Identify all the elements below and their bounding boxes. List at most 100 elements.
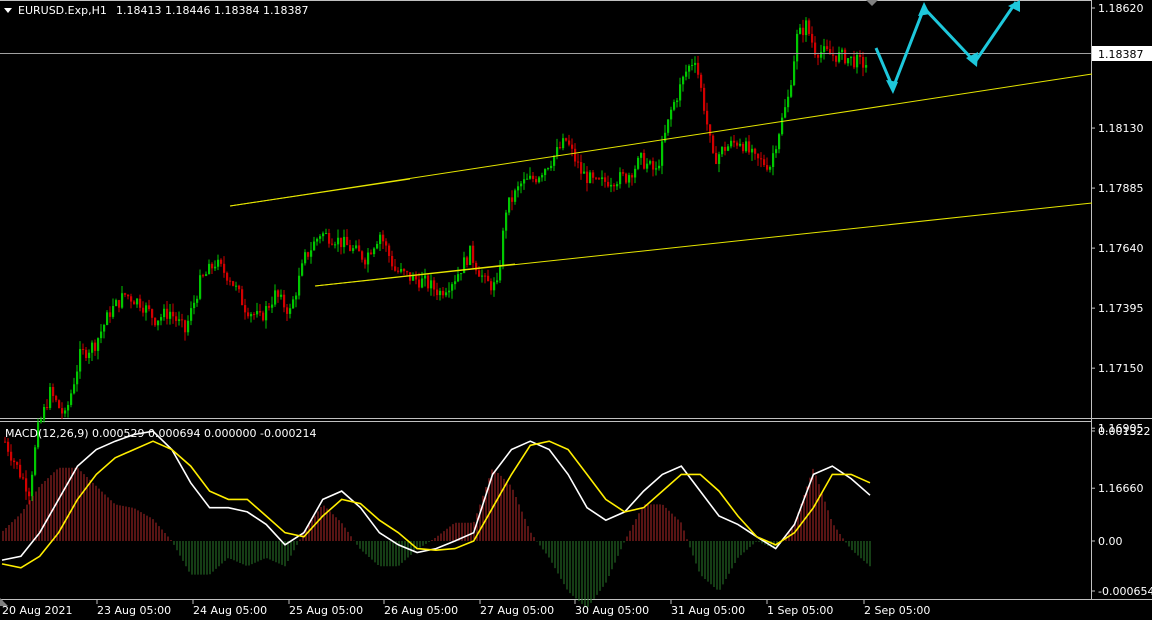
candle [256,302,259,318]
candle [757,153,760,166]
forecast-arrowheads [886,0,1020,94]
candle [289,303,292,319]
candle [196,295,199,307]
candle [673,99,676,112]
candle [454,275,457,290]
candle [118,299,121,313]
candle [439,287,442,301]
candle [685,64,688,81]
candle [655,161,658,176]
candle [580,154,583,180]
candle [676,97,679,108]
candle [61,402,64,420]
time-tick-label: 2 Sep 05:00 [864,604,930,617]
candle [559,141,562,150]
candle [613,183,616,192]
symbol-menu-icon[interactable] [4,8,12,13]
candle [622,169,625,177]
candle [313,236,316,251]
time-axis[interactable]: 20 Aug 2021 23 Aug 05:00 24 Aug 05:00 25 Au… [1,600,930,617]
price-tick-label: 1.17885 [1098,182,1144,195]
price-axis[interactable]: 1.18620 1.18130 1.17885 1.17640 1.17395 1.171… [1091,2,1144,495]
candle [112,298,115,319]
candle [346,229,349,246]
candle [748,135,751,155]
candle [562,133,565,151]
macd-axis[interactable]: 0.001322 0.00 -0.000654 [1091,425,1152,598]
candle [691,58,694,71]
candle [826,39,829,52]
candle [649,159,652,166]
candle [592,169,595,184]
candle [148,299,151,312]
candle [679,77,682,107]
time-tick-label: 23 Aug 05:00 [97,604,171,617]
candle [727,143,730,152]
candle [25,470,28,500]
candle [538,175,541,184]
candle [418,272,421,292]
candle [742,142,745,154]
candle [235,281,238,291]
candle [307,251,310,260]
candle [166,301,169,325]
candle [283,289,286,313]
candle [811,26,814,48]
candle [340,237,343,255]
candle [544,168,547,181]
candle [694,56,697,73]
candle [799,24,802,35]
candle [157,320,160,331]
candle [823,38,826,60]
time-tick-label: 24 Aug 05:00 [193,604,267,617]
candle [292,296,295,309]
candle [814,36,817,58]
candle [784,99,787,119]
candle [82,343,85,355]
candle [550,160,553,171]
candle [457,266,460,283]
price-tick-label: 1.18130 [1098,122,1144,135]
candle [700,72,703,92]
candle [223,256,226,278]
candle [400,263,403,274]
candle [145,302,148,321]
candle [70,389,73,408]
candle [769,165,772,173]
candle [187,315,190,336]
candle [349,239,352,252]
candle [130,293,133,309]
candle [46,399,49,411]
candle [568,134,571,147]
candle [94,339,97,356]
trading-chart[interactable]: EURUSD.Exp,H1 1.18413 1.18446 1.18384 1.… [0,0,1152,620]
candle [724,141,727,156]
candle [220,258,223,267]
candle [358,239,361,252]
candle [55,394,58,403]
candle [601,170,604,186]
candle [151,308,154,326]
candle [844,47,847,65]
candle [13,458,16,469]
candle [712,134,715,154]
candle [22,473,25,480]
candle [163,304,166,321]
candle [511,190,514,211]
candle [661,135,664,175]
candle [232,280,235,287]
candle [472,240,475,269]
candle [361,250,364,263]
candle [595,176,598,181]
candle [103,323,106,339]
candle [436,282,439,301]
candle [598,177,601,181]
candle [328,228,331,248]
candle [109,306,112,323]
candle [445,287,448,298]
macd-tick-label: 0.00 [1098,535,1123,548]
candle [301,259,304,277]
candle [100,324,103,344]
candle [670,106,673,127]
candle [217,254,220,271]
